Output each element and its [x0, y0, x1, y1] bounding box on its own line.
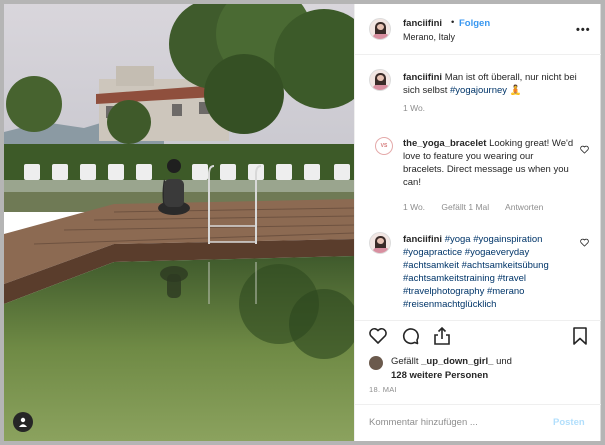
comment-reply-button[interactable]: Antworten: [505, 202, 543, 212]
hashtag-list[interactable]: #yoga #yogainspiration #yogapractice #yo…: [403, 234, 549, 310]
liker-avatar[interactable]: [369, 356, 383, 370]
caption-time: 1 Wo.: [403, 103, 426, 113]
comment-username[interactable]: fanciifini: [403, 234, 442, 245]
avatar[interactable]: [369, 69, 391, 91]
comment-icon[interactable]: [400, 326, 420, 346]
liker-username[interactable]: _up_down_girl_: [421, 356, 493, 367]
caption-hashtag[interactable]: #yogajourney: [450, 85, 507, 96]
comment-username[interactable]: the_yoga_bracelet: [403, 138, 486, 149]
caption-username[interactable]: fanciifini: [403, 72, 442, 83]
comment-likes-link[interactable]: Gefällt 1 Mal: [441, 202, 489, 212]
post-photo[interactable]: [4, 4, 354, 441]
header-username[interactable]: fanciifini: [403, 18, 442, 29]
comment-time: 1 Wo.: [403, 202, 426, 212]
post-photo-image: [4, 4, 354, 441]
avatar[interactable]: [369, 232, 391, 254]
location-link[interactable]: Merano, Italy: [403, 32, 455, 42]
caption: fanciifini Man ist oft überall, nur nich…: [403, 71, 577, 97]
likes-and: und: [496, 356, 512, 367]
avatar[interactable]: [369, 18, 391, 40]
comment-like-heart-icon[interactable]: [580, 238, 589, 247]
caption-emoji: 🧘: [509, 85, 522, 96]
hashtag-comment: fanciifini #yoga #yogainspiration #yogap…: [403, 233, 577, 311]
likes-others-link[interactable]: 128 weitere Personen: [391, 370, 488, 381]
more-options-icon[interactable]: •••: [576, 24, 591, 36]
comment-meta: 1 Wo. Gefällt 1 Mal Antworten: [403, 202, 557, 212]
heart-icon[interactable]: [368, 326, 388, 346]
comment-like-heart-icon[interactable]: [580, 145, 589, 154]
instagram-post: fanciifini • Folgen Merano, Italy ••• fa…: [4, 4, 601, 441]
post-comment-button[interactable]: Posten: [553, 417, 585, 428]
comments-list: fanciifini Man ist oft überall, nur nich…: [355, 55, 601, 319]
follow-button[interactable]: Folgen: [459, 18, 490, 29]
share-icon[interactable]: [432, 326, 452, 346]
screenshot-frame: fanciifini • Folgen Merano, Italy ••• fa…: [0, 0, 605, 445]
post-date: 18. MAI: [369, 385, 397, 394]
comment-input[interactable]: Kommentar hinzufügen ...: [369, 417, 539, 428]
post-sidebar: fanciifini • Folgen Merano, Italy ••• fa…: [354, 4, 601, 441]
post-header: fanciifini • Folgen Merano, Italy •••: [355, 4, 601, 55]
header-separator: •: [451, 17, 455, 28]
user-tag-icon[interactable]: [13, 412, 33, 432]
likes-prefix: Gefällt: [391, 356, 419, 367]
add-comment-bar: Kommentar hinzufügen ... Posten: [355, 404, 601, 442]
comment: the_yoga_bracelet Looking great! We'd lo…: [403, 137, 577, 189]
bookmark-icon[interactable]: [570, 326, 590, 346]
yoga-bracelet-avatar[interactable]: VS: [375, 137, 393, 155]
likes-summary: Gefällt _up_down_girl_ und 128 weitere P…: [391, 355, 512, 383]
post-actions: Gefällt _up_down_girl_ und 128 weitere P…: [355, 320, 601, 386]
